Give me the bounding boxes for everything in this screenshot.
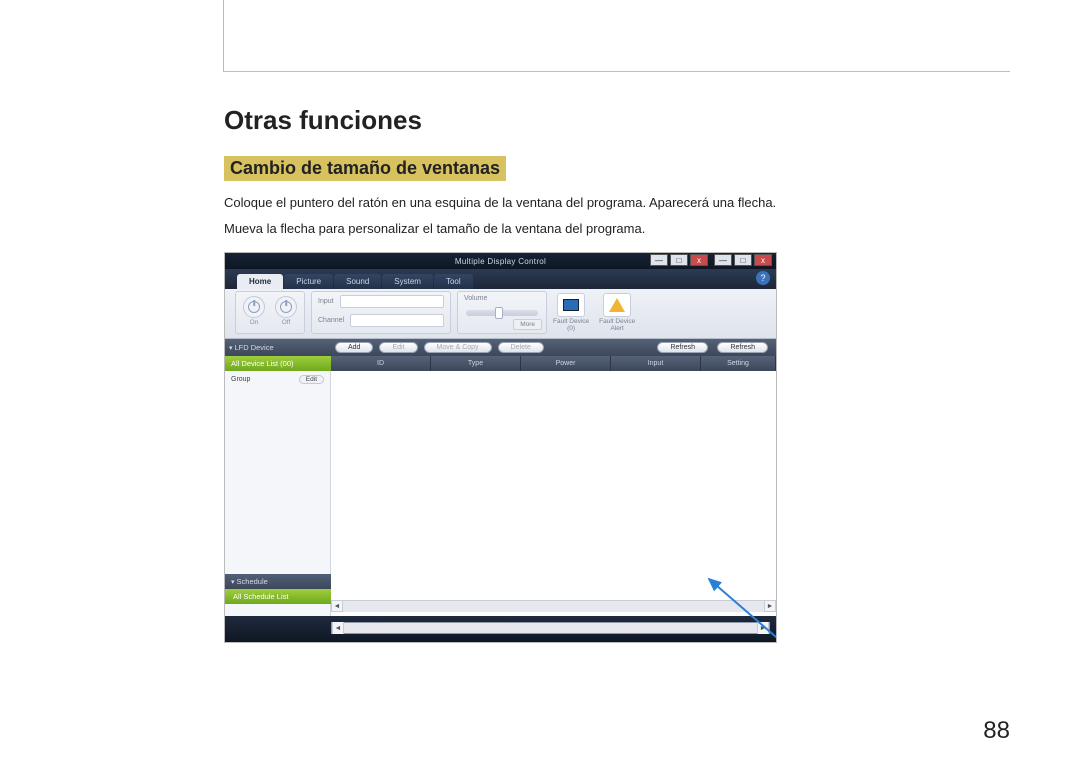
lfd-device-section[interactable]: LFD Device [229,343,274,352]
input-label: Input [318,298,334,305]
ribbon-power-group: On Off [235,291,305,334]
col-input[interactable]: Input [611,356,701,371]
ribbon-volume-group: Volume More [457,291,547,334]
col-id[interactable]: ID [331,356,431,371]
tab-sound[interactable]: Sound [334,274,381,289]
tab-picture[interactable]: Picture [284,274,333,289]
all-schedule-list[interactable]: All Schedule List [225,589,331,604]
fault-device-alert-item[interactable]: Fault Device Alert [599,293,635,332]
grid-rows-empty: ◄ ► [331,371,776,642]
window-close-button-2[interactable]: x [754,254,772,266]
fault-device-count-label: Fault Device (0) [553,319,589,332]
power-off-label: Off [282,319,291,326]
power-icon [280,301,292,313]
move-copy-button[interactable]: Move & Copy [424,342,492,353]
sidebar-group-edit[interactable]: Edit [299,375,324,384]
app-title: Multiple Display Control [455,257,546,266]
channel-combo[interactable] [350,314,444,327]
body-paragraph-1: Coloque el puntero del ratón en una esqu… [224,193,1010,213]
ribbon: On Off Input Channel Volume [225,289,776,339]
embedded-screenshot: Multiple Display Control — □ x — □ x Hom… [224,252,777,643]
window-minimize-button[interactable]: — [650,254,668,266]
scroll-left-icon[interactable]: ◄ [332,622,344,634]
window-close-button[interactable]: x [690,254,708,266]
scroll-right-icon[interactable]: ► [764,600,776,612]
header-rule [224,71,1010,72]
main-grid: ID Type Power Input Setting ◄ ► [331,356,776,642]
all-device-list[interactable]: All Device List (00) [225,356,331,371]
volume-label: Volume [464,295,487,302]
body-paragraph-2: Mueva la flecha para personalizar el tam… [224,219,1010,239]
col-power[interactable]: Power [521,356,611,371]
ribbon-input-group: Input Channel [311,291,451,334]
slider-thumb[interactable] [495,307,503,319]
col-setting[interactable]: Setting [701,356,776,371]
window-maximize-button-2[interactable]: □ [734,254,752,266]
power-on-label: On [250,319,259,326]
scroll-right-icon[interactable]: ► [757,622,769,634]
edit-device-button[interactable]: Edit [379,342,417,353]
refresh-button[interactable]: Refresh [657,342,708,353]
horizontal-scrollbar[interactable]: ◄ ► [331,600,776,612]
status-bar: ◄ ► [225,616,776,642]
status-scrollbar[interactable]: ◄ ► [331,622,770,634]
monitor-icon [557,293,585,317]
ribbon-fault-group: Fault Device (0) Fault Device Alert [553,291,766,334]
power-off-button[interactable] [275,296,297,318]
tab-home[interactable]: Home [237,274,283,289]
add-button[interactable]: Add [335,342,373,353]
power-on-button[interactable] [243,296,265,318]
more-button[interactable]: More [513,319,542,330]
refresh-button-2[interactable]: Refresh [717,342,768,353]
sidebar-group-label: Group [231,376,250,383]
power-icon [248,301,260,313]
tab-bar: Home Picture Sound System Tool ? [225,269,776,289]
tab-system[interactable]: System [382,274,433,289]
app-body: All Device List (00) Group Edit Schedule… [225,356,776,642]
window-maximize-button[interactable]: □ [670,254,688,266]
scroll-left-icon[interactable]: ◄ [331,600,343,612]
volume-slider[interactable] [466,310,538,316]
sidebar-schedule[interactable]: Schedule [225,574,331,589]
section-subhead: Cambio de tamaño de ventanas [224,156,506,181]
device-toolbar: LFD Device Add Edit Move & Copy Delete R… [225,339,776,356]
col-type[interactable]: Type [431,356,521,371]
page-number: 88 [983,717,1010,745]
sidebar: All Device List (00) Group Edit Schedule… [225,356,331,642]
app-titlebar: Multiple Display Control — □ x — □ x [225,253,776,269]
input-combo[interactable] [340,295,444,308]
window-minimize-button-2[interactable]: — [714,254,732,266]
tab-tool[interactable]: Tool [434,274,473,289]
section-title: Otras funciones [224,105,1010,136]
channel-label: Channel [318,317,344,324]
delete-button[interactable]: Delete [498,342,544,353]
alert-triangle-icon [603,293,631,317]
header-left-block [68,0,224,72]
fault-device-alert-label: Fault Device Alert [599,319,635,332]
column-headers: ID Type Power Input Setting [331,356,776,371]
help-button[interactable]: ? [756,271,770,285]
fault-device-count-item[interactable]: Fault Device (0) [553,293,589,332]
